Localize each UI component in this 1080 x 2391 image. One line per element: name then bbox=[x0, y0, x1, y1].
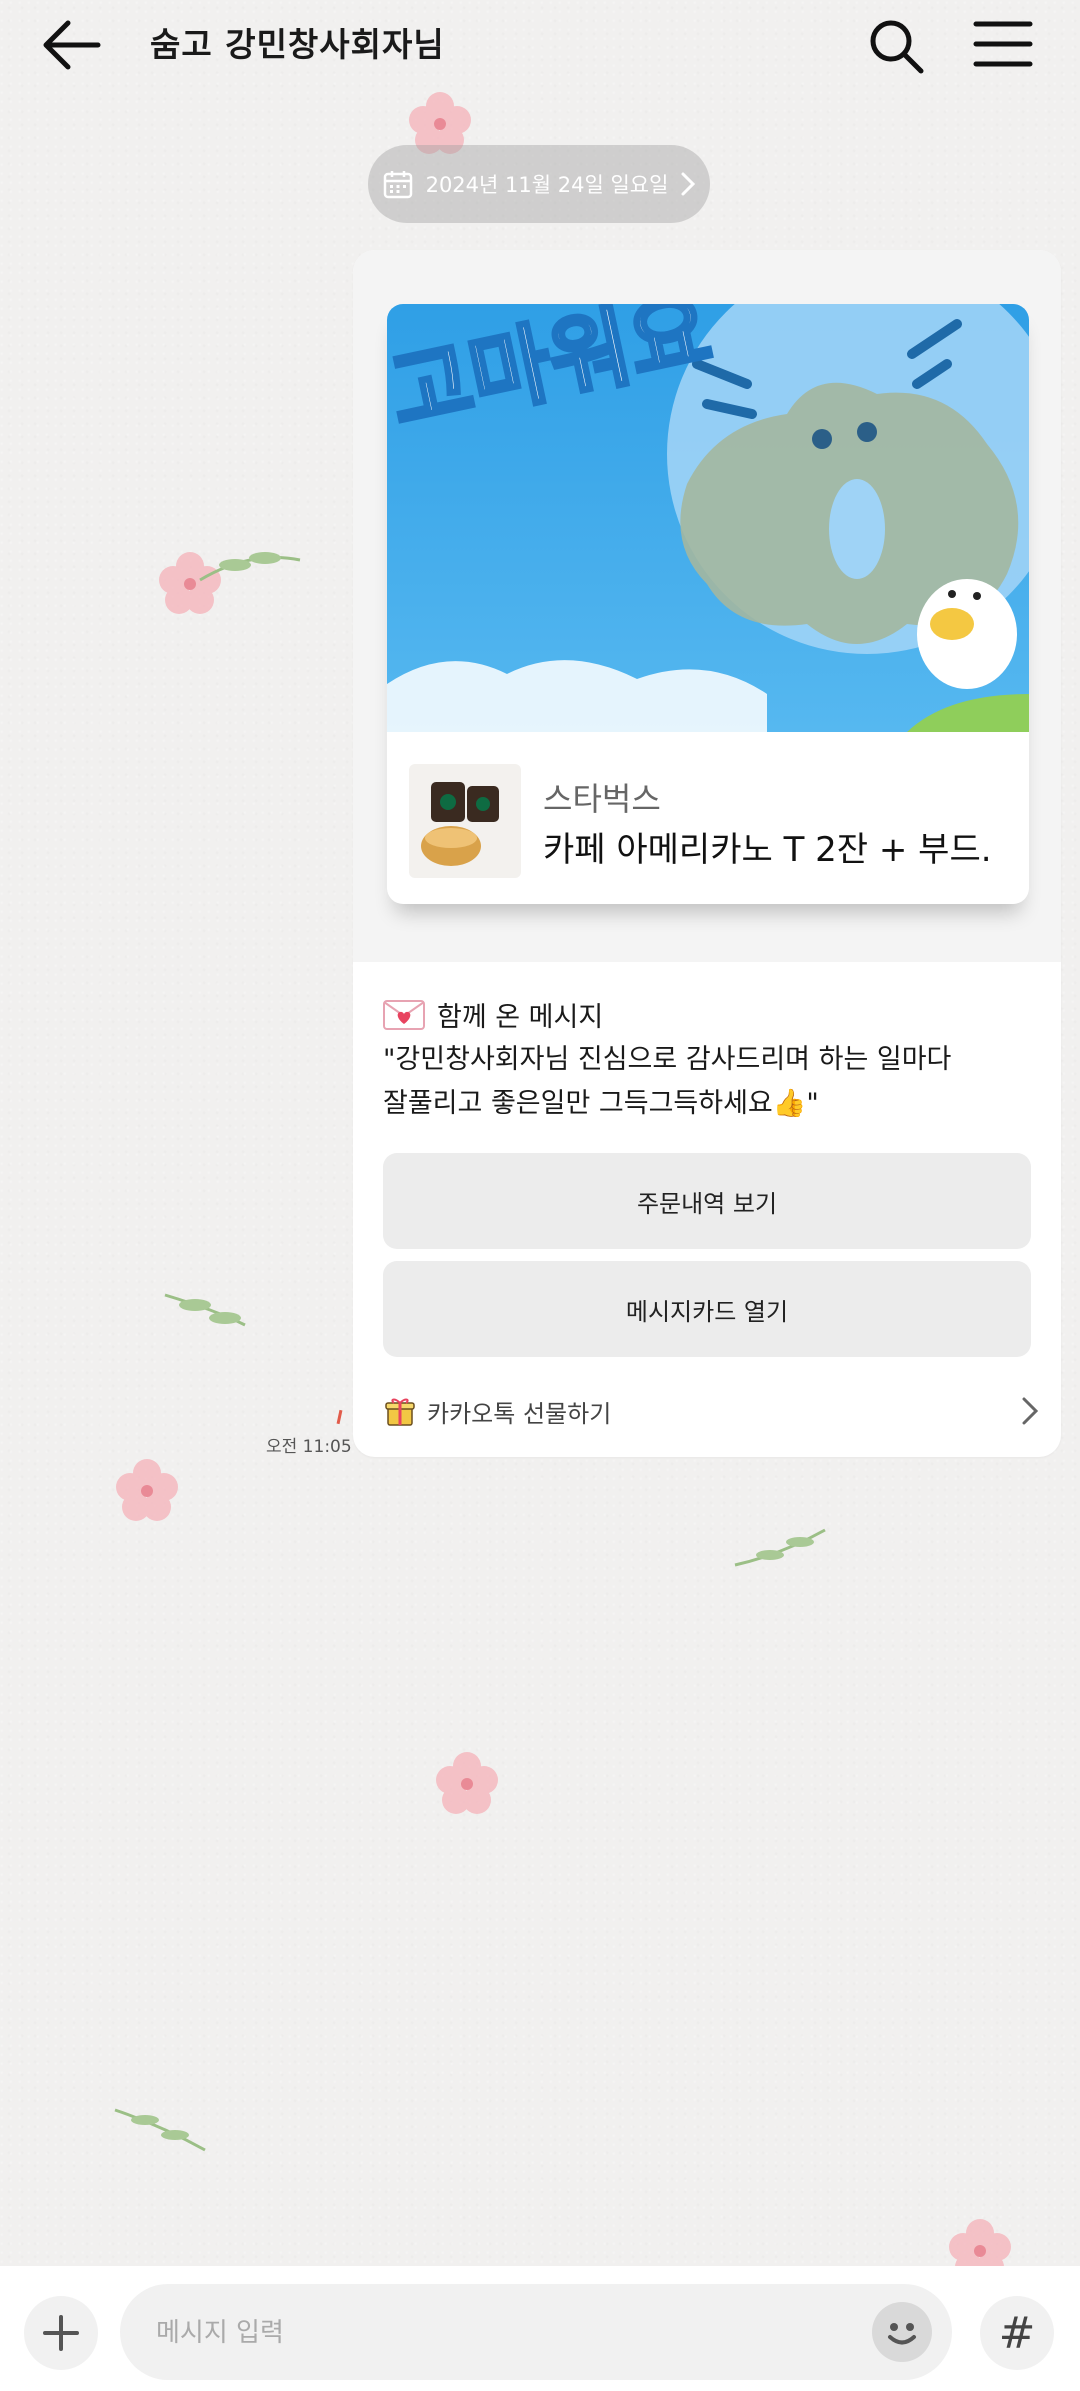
smile-icon bbox=[888, 2323, 916, 2345]
gift-message-bubble[interactable]: 고마워요 스타벅스 카페 아메리카노 T 2잔 + 부드. 함께 온 메시지 "… bbox=[353, 250, 1061, 1457]
message-line: 잘풀리고 좋은일만 그득그득하세요👍" bbox=[383, 1088, 819, 1119]
menu-icon[interactable] bbox=[972, 16, 1034, 72]
chat-header: 숨고 강민창사회자님 bbox=[0, 0, 1080, 90]
plus-icon bbox=[43, 2315, 79, 2351]
message-time: 오전 11:05 bbox=[266, 1437, 352, 1457]
calendar-icon bbox=[383, 171, 412, 199]
add-attachment-button[interactable] bbox=[24, 2296, 98, 2370]
message-input-wrapper bbox=[120, 2284, 952, 2380]
open-message-card-button[interactable]: 메시지카드 열기 bbox=[383, 1261, 1031, 1357]
kakao-gift-link[interactable]: 카카오톡 선물하기 bbox=[383, 1388, 1039, 1434]
message-input[interactable] bbox=[154, 2308, 838, 2358]
date-text: 2024년 11월 24일 일요일 bbox=[425, 173, 669, 197]
gift-card[interactable]: 고마워요 스타벅스 카페 아메리카노 T 2잔 + 부드. bbox=[387, 304, 1029, 904]
message-header: 함께 온 메시지 bbox=[383, 995, 603, 1034]
kakao-gift-label: 카카오톡 선물하기 bbox=[427, 1399, 612, 1428]
message-composer: # bbox=[0, 2266, 1080, 2391]
chevron-right-icon bbox=[681, 172, 696, 196]
hashtag-button[interactable]: # bbox=[980, 2296, 1054, 2370]
product-name: 카페 아메리카노 T 2잔 + 부드. bbox=[543, 830, 992, 870]
message-title: 함께 온 메시지 bbox=[437, 1002, 604, 1033]
message-line: "강민창사회자님 진심으로 감사드리며 하는 일마다 bbox=[383, 1044, 952, 1075]
flower-decoration bbox=[436, 1752, 498, 1814]
gift-box-icon bbox=[385, 1398, 415, 1426]
emoji-button[interactable] bbox=[872, 2302, 932, 2362]
date-divider[interactable]: 2024년 11월 24일 일요일 bbox=[368, 145, 710, 223]
chevron-right-icon bbox=[1022, 1397, 1039, 1425]
thank-you-card-image: 고마워요 bbox=[387, 304, 1029, 732]
leaf-decoration bbox=[114, 2108, 206, 2152]
chat-title: 숨고 강민창사회자님 bbox=[150, 25, 445, 64]
flower-decoration bbox=[116, 1459, 178, 1521]
heart-letter-icon bbox=[383, 999, 425, 1030]
leaf-decoration bbox=[164, 1293, 246, 1327]
view-order-button[interactable]: 주문내역 보기 bbox=[383, 1153, 1031, 1249]
search-icon[interactable] bbox=[866, 16, 926, 76]
leaf-decoration bbox=[199, 552, 301, 582]
brand-name: 스타벅스 bbox=[543, 780, 661, 818]
leaf-decoration bbox=[734, 1528, 826, 1567]
arrow-left-icon[interactable] bbox=[38, 14, 108, 76]
product-thumbnail bbox=[409, 764, 521, 878]
